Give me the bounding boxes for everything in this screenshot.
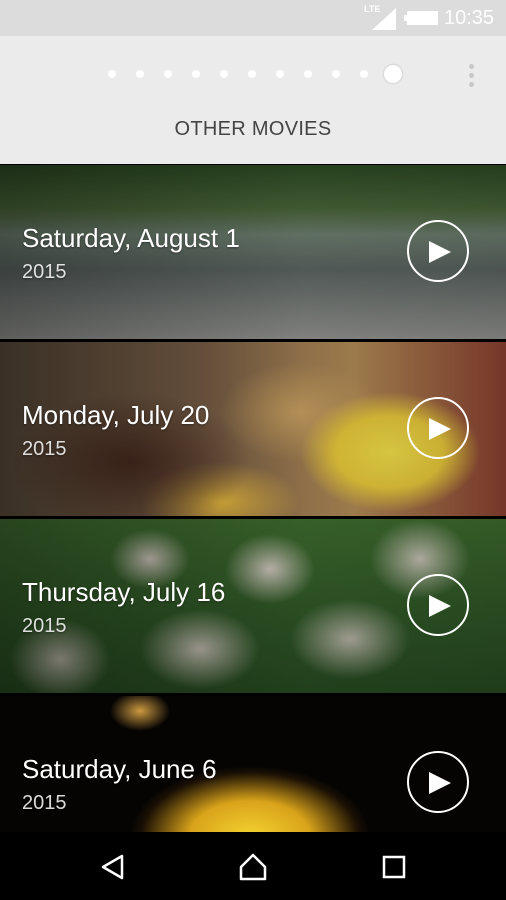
home-icon[interactable] (238, 852, 268, 882)
play-icon (429, 772, 451, 794)
page-dot[interactable] (108, 70, 116, 78)
movie-date: Thursday, July 16 (22, 577, 226, 607)
movie-card[interactable]: Saturday, August 1 2015 (0, 165, 506, 339)
movie-date: Monday, July 20 (22, 400, 210, 430)
movie-year: 2015 (22, 261, 67, 283)
page-dot[interactable] (248, 70, 256, 78)
header (0, 36, 506, 164)
movie-card[interactable]: Thursday, July 16 2015 (0, 519, 506, 693)
status-clock: 10:35 (444, 7, 495, 29)
movie-year: 2015 (22, 792, 67, 814)
movie-year: 2015 (22, 438, 67, 460)
signal-icon (372, 8, 396, 30)
status-bar: LTE 10:35 (0, 0, 506, 36)
navigation-bar (0, 832, 506, 900)
movie-date: Saturday, June 6 (22, 754, 217, 784)
back-icon[interactable] (98, 852, 128, 882)
movie-year: 2015 (22, 615, 67, 637)
play-button[interactable] (407, 574, 469, 636)
page-dot[interactable] (192, 70, 200, 78)
movie-card[interactable]: Saturday, June 6 2015 (0, 696, 506, 832)
page-dot[interactable] (220, 70, 228, 78)
movie-card[interactable]: Monday, July 20 2015 (0, 342, 506, 516)
page-dot[interactable] (276, 70, 284, 78)
page-dot[interactable] (164, 70, 172, 78)
play-icon (429, 595, 451, 617)
page-dot[interactable] (332, 70, 340, 78)
more-vert-icon[interactable] (462, 62, 482, 90)
play-icon (429, 241, 451, 263)
play-button[interactable] (407, 397, 469, 459)
battery-icon (404, 11, 438, 25)
section-title: OTHER MOVIES (174, 118, 332, 140)
play-button[interactable] (407, 751, 469, 813)
page-dot[interactable] (136, 70, 144, 78)
play-button[interactable] (407, 220, 469, 282)
page-dot[interactable] (360, 70, 368, 78)
page-dot[interactable] (304, 70, 312, 78)
play-icon (429, 418, 451, 440)
movie-date: Saturday, August 1 (22, 223, 240, 253)
page-dot-active[interactable] (384, 65, 402, 83)
recents-icon[interactable] (379, 852, 409, 882)
